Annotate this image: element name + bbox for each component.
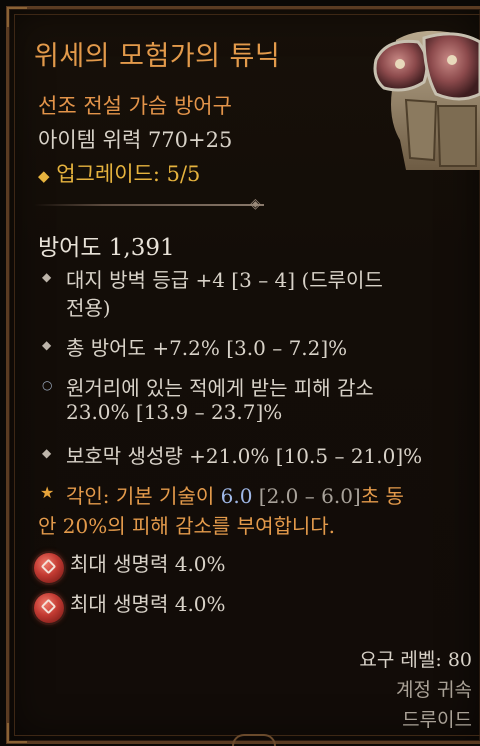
bottom-frame-ornament [232,734,276,746]
affix-line-continued: 전용) [66,296,111,320]
affix-bullet-icon: ◆ [42,270,52,284]
account-bound: 계정 귀속 [396,679,472,701]
item-type: 선조 전설 가슴 방어구 [38,94,232,118]
required-level: 요구 레벨: 80 [359,649,472,671]
divider-ornament-icon: ◈ [250,196,261,212]
affix-line: 원거리에 있는 적에게 받는 피해 감소 [66,376,374,400]
aspect-range: [2.0 – 6.0] [252,484,361,508]
upgrade-status: ◆ 업그레이드: 5/5 [38,158,200,188]
ruby-gem-icon [34,593,64,623]
socket-bonus: 최대 생명력 4.0% [70,592,226,616]
frame-corner-ornament [7,7,27,27]
diamond-icon: ◆ [38,167,50,185]
aspect-line-continued: 안 20%의 피해 감소를 부여합니다. [38,514,336,538]
aspect-line: 각인: 기본 기술이 6.0 [2.0 – 6.0]초 동 [66,480,404,509]
affix-ring-icon: ○ [42,378,53,392]
frame-corner-ornament [7,723,27,743]
section-divider [34,204,264,206]
class-requirement: 드루이드 [402,709,472,731]
chest-armor-icon [373,30,480,170]
aspect-star-icon: ★ [40,483,55,502]
upgrade-label: 업그레이드: 5/5 [56,162,201,186]
armor-value: 방어도 1,391 [38,235,175,261]
affix-line: 총 방어도 +7.2% [3.0 – 7.2]% [66,336,348,360]
item-name: 위세의 모험가의 튜닉 [34,41,281,72]
ruby-gem-icon [34,553,64,583]
affix-line: 대지 방벽 등급 +4 [3 – 4] (드루이드 [66,268,383,292]
affix-bullet-icon: ◆ [42,338,52,352]
affix-bullet-icon: ◆ [42,446,52,460]
affix-line: 보호막 생성량 +21.0% [10.5 – 21.0]% [66,444,423,468]
socket-bonus: 최대 생명력 4.0% [70,552,226,576]
aspect-suffix: 초 동 [360,484,404,508]
aspect-prefix: 각인: 기본 기술이 [66,484,221,508]
affix-line-continued: 23.0% [13.9 – 23.7]% [66,400,283,424]
item-power: 아이템 위력 770+25 [38,128,233,152]
aspect-value: 6.0 [220,484,253,508]
